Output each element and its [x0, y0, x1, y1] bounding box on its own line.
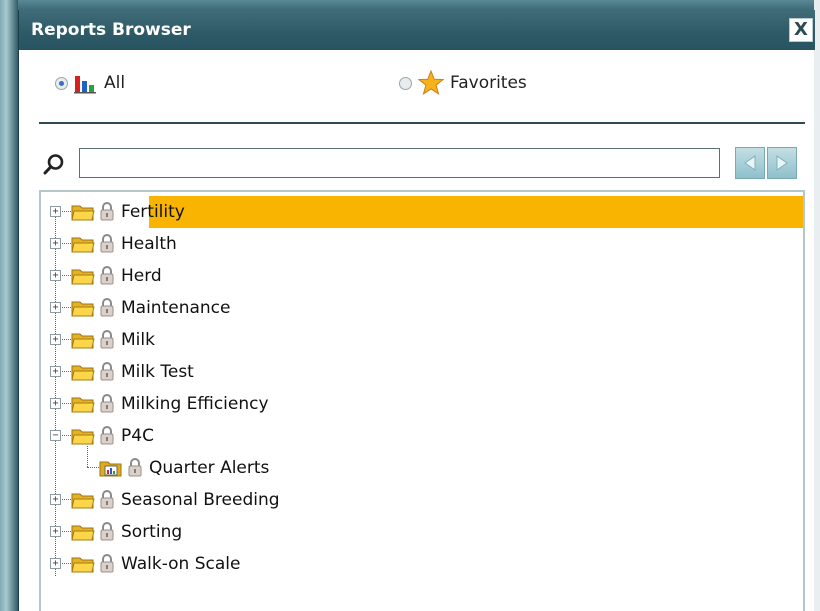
- magnifier-icon: [43, 154, 64, 175]
- tree-connector: [62, 307, 71, 308]
- lock-icon: [100, 202, 114, 221]
- tree-connector: [87, 446, 88, 467]
- arrow-left-icon: [744, 155, 756, 171]
- tree-connector: [62, 339, 71, 340]
- next-button[interactable]: [767, 147, 797, 179]
- tree-item-label: Seasonal Breeding: [121, 490, 280, 510]
- background-left: [0, 0, 18, 611]
- tree-item-label: Maintenance: [121, 298, 231, 318]
- folder-icon: [71, 493, 95, 509]
- tree-connector: [62, 211, 71, 212]
- all-radio[interactable]: [55, 76, 68, 90]
- lock-icon: [128, 458, 142, 477]
- expand-toggle[interactable]: +: [50, 526, 61, 537]
- tree-folder-item[interactable]: − P4C: [41, 420, 803, 452]
- tree-report-item[interactable]: Quarter Alerts: [41, 446, 803, 484]
- tree-connector: [62, 531, 71, 532]
- tree-connector: [62, 403, 71, 404]
- lock-icon: [100, 490, 114, 509]
- tree-folder-item[interactable]: + Milk Test: [41, 356, 803, 388]
- search-input[interactable]: [79, 148, 720, 178]
- filter-favorites-option[interactable]: Favorites: [399, 70, 527, 96]
- folder-icon: [71, 525, 95, 541]
- reports-browser-dialog: Reports Browser X All Favorites + Fertil…: [18, 10, 815, 611]
- tree-connector: [62, 243, 71, 244]
- bar-chart-icon: [74, 76, 96, 94]
- lock-icon: [100, 394, 114, 413]
- background-right: [814, 0, 820, 611]
- expand-toggle[interactable]: +: [50, 302, 61, 313]
- tree-folder-item[interactable]: + Health: [41, 228, 803, 260]
- lock-icon: [100, 522, 114, 541]
- arrow-right-icon: [776, 155, 788, 171]
- selection-highlight: [149, 196, 803, 228]
- tree-connector: [62, 499, 71, 500]
- tree-item-label: Walk-on Scale: [121, 554, 241, 574]
- lock-icon: [100, 330, 114, 349]
- lock-icon: [100, 234, 114, 253]
- tree-item-label: Milk: [121, 330, 155, 350]
- tree-connector: [62, 563, 71, 564]
- folder-icon: [71, 301, 95, 317]
- tree-item-label: Sorting: [121, 522, 183, 542]
- tree-item-label: Milking Efficiency: [121, 394, 269, 414]
- title-bar: Reports Browser X: [19, 10, 815, 50]
- tree-folder-item[interactable]: + Sorting: [41, 516, 803, 548]
- folder-icon: [71, 365, 95, 381]
- expand-toggle[interactable]: +: [50, 558, 61, 569]
- tree-connector: [62, 275, 71, 276]
- tree-folder-item[interactable]: + Herd: [41, 260, 803, 292]
- expand-toggle[interactable]: +: [50, 366, 61, 377]
- favorites-label: Favorites: [450, 73, 527, 93]
- tree-folder-item[interactable]: + Walk-on Scale: [41, 548, 803, 580]
- expand-toggle[interactable]: +: [50, 270, 61, 281]
- star-icon: [418, 70, 444, 95]
- lock-icon: [100, 554, 114, 573]
- folder-icon: [71, 429, 95, 445]
- tree-item-label: Herd: [121, 266, 162, 286]
- close-button[interactable]: X: [789, 18, 813, 42]
- filter-all-option[interactable]: All: [55, 70, 125, 96]
- tree-folder-item[interactable]: + Milking Efficiency: [41, 388, 803, 420]
- expand-toggle[interactable]: +: [50, 398, 61, 409]
- tree-item-label: P4C: [121, 426, 154, 446]
- report-tree: + Fertility + Health + Herd + Maintenance + Milk +…: [39, 190, 805, 611]
- tree-item-label: Milk Test: [121, 362, 194, 382]
- collapse-toggle[interactable]: −: [50, 430, 61, 441]
- separator: [39, 122, 805, 124]
- all-label: All: [104, 73, 126, 93]
- tree-connector: [62, 371, 71, 372]
- tree-connector: [87, 467, 99, 468]
- expand-toggle[interactable]: +: [50, 334, 61, 345]
- favorites-radio[interactable]: [399, 76, 412, 90]
- folder-icon: [71, 269, 95, 285]
- report-folder-icon: [99, 461, 122, 477]
- background-top: [0, 0, 820, 10]
- lock-icon: [100, 298, 114, 317]
- dialog-title: Reports Browser: [31, 20, 191, 40]
- previous-button[interactable]: [735, 147, 765, 179]
- lock-icon: [100, 266, 114, 285]
- tree-folder-item[interactable]: + Seasonal Breeding: [41, 484, 803, 516]
- folder-icon: [71, 205, 95, 221]
- lock-icon: [100, 362, 114, 381]
- tree-folder-item[interactable]: + Fertility: [41, 196, 803, 228]
- tree-item-label: Fertility: [121, 202, 185, 222]
- expand-toggle[interactable]: +: [50, 206, 61, 217]
- folder-icon: [71, 557, 95, 573]
- lock-icon: [100, 426, 114, 445]
- expand-toggle[interactable]: +: [50, 494, 61, 505]
- tree-folder-item[interactable]: + Milk: [41, 324, 803, 356]
- folder-icon: [71, 397, 95, 413]
- tree-item-label: Health: [121, 234, 177, 254]
- folder-icon: [71, 237, 95, 253]
- folder-icon: [71, 333, 95, 349]
- tree-connector: [62, 435, 71, 436]
- expand-toggle[interactable]: +: [50, 238, 61, 249]
- tree-folder-item[interactable]: + Maintenance: [41, 292, 803, 324]
- tree-item-label: Quarter Alerts: [149, 458, 270, 478]
